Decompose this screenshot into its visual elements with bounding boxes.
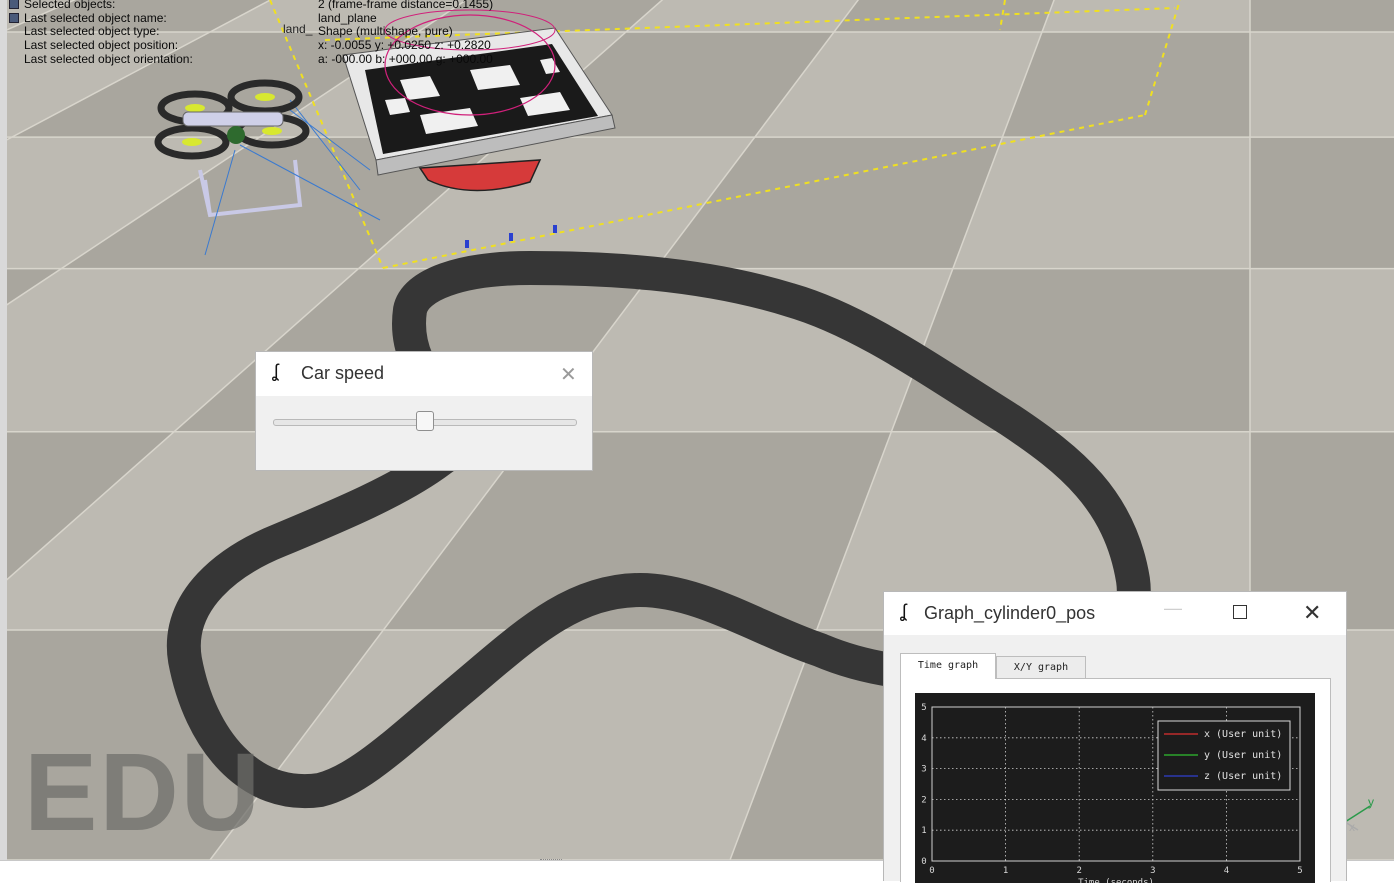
info-value: Shape (multishape, pure) [318,24,453,38]
info-toggle-checkbox[interactable] [9,13,19,23]
coppelia-lizard-icon: ʆ [900,601,907,621]
time-graph-pane: 0 1 2 3 4 5 0 1 2 3 4 5 Time (seconds) x (User unit) y… [900,678,1331,883]
info-value: 2 (frame-frame distance=0.1455) [318,0,494,11]
splitter-grip[interactable] [540,859,562,863]
maximize-button[interactable] [1233,605,1247,619]
tab-time-graph[interactable]: Time graph [900,653,996,679]
floor-tile [891,268,1250,432]
floor-tile [1250,268,1394,432]
info-value: a: -000.00 b: +000.00 g: +000.00 [318,52,493,66]
tab-xy-graph[interactable]: X/Y graph [996,656,1086,679]
legend: x (User unit) y (User unit) z (User unit) [1157,720,1291,791]
dialog-titlebar[interactable]: ʆ Graph_cylinder0_pos — ✕ [884,592,1346,635]
time-graph-plot[interactable]: 0 1 2 3 4 5012345Time (seconds)x (User unit)y… [915,693,1315,883]
x-tick-label: 3 [1150,866,1155,876]
minimize-button[interactable]: — [1164,598,1182,619]
dialog-titlebar[interactable]: ʆ Car speed ✕ [256,352,592,396]
info-toggle-checkbox[interactable] [9,0,19,9]
floor-tile [1002,32,1250,138]
floor-tile [1250,137,1394,269]
y-tick-label: 5 [921,703,926,713]
close-button[interactable]: ✕ [1303,600,1321,626]
car-speed-slider-thumb[interactable] [416,411,434,431]
info-label: Selected objects: [24,0,116,11]
floor-tile [952,137,1250,269]
car-speed-dialog: ʆ Car speed ✕ [255,351,593,471]
x-tick-label: 0 [929,866,934,876]
floor-tile [1042,0,1250,32]
y-tick-label: 0 [921,857,926,867]
object-hover-label: land_ [283,22,313,36]
x-tick-label: 1 [1003,866,1008,876]
y-tick-label: 1 [921,826,926,836]
floor-tile [1250,32,1394,138]
close-button[interactable]: ✕ [560,362,577,387]
info-value: x: -0.0055 y: +0.0250 z: +0.2820 [318,38,491,52]
dialog-title: Graph_cylinder0_pos [924,603,1096,623]
y-tick-label: 2 [921,795,926,805]
floor-tile [1250,0,1394,32]
graph-dialog: ʆ Graph_cylinder0_pos — ✕ Time graph X/Y… [883,591,1347,883]
left-scrollbar-strip[interactable] [0,0,7,860]
edu-watermark: EDU [24,731,263,854]
info-label: Last selected object orientation: [24,52,193,66]
y-tick-label: 4 [921,734,926,744]
info-label: Last selected object type: [24,24,160,38]
legend-label: z (User unit) [1204,771,1282,782]
info-label: Last selected object position: [24,38,179,52]
x-tick-label: 5 [1297,866,1302,876]
legend-label: y (User unit) [1204,750,1282,761]
x-tick-label: 4 [1224,866,1229,876]
x-tick-label: 2 [1076,866,1081,876]
dialog-title: Car speed [301,363,385,383]
axis-y-label: y [1368,795,1374,809]
legend-label: x (User unit) [1204,729,1282,740]
coppelia-lizard-icon: ʆ [272,361,279,381]
axis-x-label: x [1349,820,1355,834]
y-tick-label: 3 [921,765,926,775]
